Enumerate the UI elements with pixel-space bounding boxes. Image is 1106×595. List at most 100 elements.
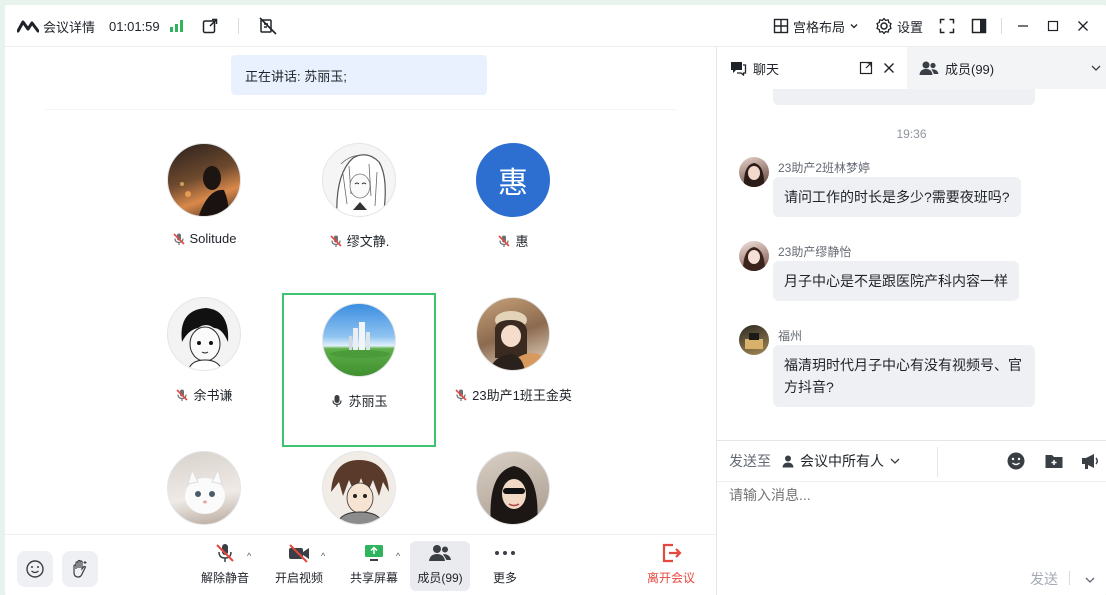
raise-hand-button[interactable]	[62, 551, 98, 587]
meeting-logo-icon	[17, 19, 39, 33]
avatar	[476, 451, 550, 525]
avatar-initial: 惠	[498, 167, 528, 200]
chevron-down-icon	[889, 455, 901, 467]
mic-active-icon	[330, 394, 344, 408]
sidebar-icon	[971, 18, 987, 34]
chat-message-list[interactable]: 19:36 23助产2班林梦婷 请问工作的时长是多少?需要夜班吗? 23助产缪静…	[717, 89, 1106, 439]
send-to-target: 会议中所有人	[800, 453, 884, 469]
side-panel: 聊天 成员(99) 19:36 23助产2班林梦婷 请问工作的时长是多少?需要夜…	[717, 47, 1106, 595]
avatar	[476, 297, 550, 371]
participant-tile[interactable]: 23助产1班王金英	[436, 297, 590, 451]
toggle-sidebar-button[interactable]	[963, 12, 995, 40]
emoji-icon[interactable]	[1006, 451, 1026, 471]
chat-bubble: 请问工作的时长是多少?需要夜班吗?	[773, 177, 1021, 217]
video-caret-icon[interactable]: ^	[321, 551, 331, 561]
close-icon	[1077, 20, 1089, 32]
avatar	[739, 325, 769, 355]
close-chat-icon[interactable]	[883, 62, 895, 74]
folder-icon[interactable]	[1044, 452, 1064, 470]
participant-tile[interactable]: 缪文静.	[282, 143, 436, 297]
participant-tile[interactable]: 余书谦	[127, 297, 281, 451]
chat-timestamp: 19:36	[896, 127, 927, 141]
meeting-window: 会议详情 01:01:59 宫格布局 设置 正在讲话: 苏丽玉; Solitud…	[5, 5, 1106, 595]
chat-icon	[729, 60, 747, 76]
more-button[interactable]: 更多	[475, 541, 535, 591]
share-screen-label: 共享屏幕	[349, 571, 398, 585]
unmute-caret-icon[interactable]: ^	[247, 551, 257, 561]
unmute-button[interactable]: 解除静音	[195, 541, 255, 591]
speaking-indicator: 正在讲话: 苏丽玉;	[231, 55, 487, 95]
chat-bubble: 福清玥时代月子中心有没有视频号、官方抖音?	[773, 345, 1035, 407]
meeting-timer: 01:01:59	[109, 18, 160, 34]
hand-icon	[70, 559, 90, 579]
minimize-button[interactable]	[1008, 12, 1038, 40]
mic-off-icon	[454, 388, 468, 402]
members-button[interactable]: 成员(99)	[410, 541, 470, 591]
chat-tab-label: 聊天	[753, 61, 780, 77]
chevron-down-icon[interactable]	[1090, 62, 1102, 74]
send-to-bar: 发送至 会议中所有人	[717, 440, 1106, 482]
maximize-icon	[1047, 20, 1059, 32]
participant-tile-active[interactable]: 苏丽玉	[282, 293, 436, 447]
message-text: 福清玥时代月子中心有没有视频号、官方抖音?	[784, 357, 1022, 395]
send-button[interactable]: 发送	[1030, 569, 1058, 589]
start-video-button[interactable]: 开启视频	[269, 541, 329, 591]
signal-icon	[169, 20, 184, 32]
tab-members[interactable]: 成员(99)	[907, 47, 1106, 89]
leave-label: 离开会议	[646, 571, 695, 585]
chat-bubble-partial	[773, 89, 1035, 105]
mic-off-icon	[172, 232, 186, 246]
members-tab-label: 成员(99)	[945, 61, 995, 77]
tab-chat[interactable]: 聊天	[717, 47, 907, 89]
grid-icon	[773, 18, 789, 34]
members-icon	[919, 60, 939, 76]
maximize-button[interactable]	[1038, 12, 1068, 40]
share-screen-button[interactable]: 共享屏幕	[344, 541, 404, 591]
participant-tile[interactable]	[127, 451, 281, 531]
mic-off-icon	[214, 541, 236, 565]
popout-icon[interactable]	[859, 61, 873, 75]
participant-tile[interactable]	[282, 451, 436, 531]
speaking-text: 正在讲话: 苏丽玉;	[245, 68, 347, 84]
message-text: 请问工作的时长是多少?需要夜班吗?	[784, 189, 1010, 205]
message-text: 月子中心是不是跟医院产科内容一样	[784, 273, 1008, 289]
meeting-details-button[interactable]: 会议详情	[17, 17, 95, 36]
avatar: 惠	[476, 143, 550, 217]
settings-label: 设置	[896, 19, 923, 35]
chevron-down-icon	[849, 21, 859, 31]
avatar	[167, 451, 241, 525]
send-to-dropdown[interactable]: 会议中所有人	[781, 451, 901, 471]
layout-label: 宫格布局	[792, 19, 845, 35]
leave-meeting-button[interactable]: 离开会议	[641, 541, 701, 591]
more-label: 更多	[492, 571, 517, 585]
message-input-area: 发送	[717, 483, 1106, 595]
close-window-button[interactable]	[1068, 12, 1098, 40]
meeting-details-label: 会议详情	[43, 19, 96, 35]
participant-tile[interactable]: Solitude	[127, 143, 281, 297]
avatar	[322, 451, 396, 525]
share-screen-icon	[363, 541, 385, 565]
participant-tile[interactable]: 惠 惠	[436, 143, 590, 297]
avatar	[322, 303, 396, 377]
side-panel-tabs: 聊天 成员(99)	[717, 47, 1106, 89]
layout-dropdown[interactable]: 宫格布局	[765, 12, 867, 40]
avatar	[167, 297, 241, 371]
announcement-icon[interactable]	[1080, 452, 1100, 470]
avatar	[739, 157, 769, 187]
message-sender: 23助产缪静怡	[778, 245, 852, 259]
share-caret-icon[interactable]: ^	[396, 551, 406, 561]
record-off-icon[interactable]	[259, 17, 277, 35]
bottom-toolbar: 解除静音 ^ 开启视频 ^ 共享屏幕 ^ 成员(99) 更多 离开会议	[5, 534, 716, 595]
message-input[interactable]	[729, 487, 1089, 503]
share-link-icon[interactable]	[202, 18, 218, 34]
gear-icon	[875, 17, 893, 35]
reaction-button[interactable]	[17, 551, 53, 587]
video-grid: 正在讲话: 苏丽玉; Solitude 缪文静. 惠 惠 余书谦 苏丽玉 23助…	[5, 47, 716, 534]
send-to-label: 发送至	[729, 453, 771, 469]
chevron-down-icon[interactable]	[1084, 574, 1096, 586]
participant-tile[interactable]	[436, 451, 590, 531]
avatar	[322, 143, 396, 217]
fullscreen-button[interactable]	[931, 12, 963, 40]
settings-button[interactable]: 设置	[867, 12, 931, 40]
avatar	[167, 143, 241, 217]
